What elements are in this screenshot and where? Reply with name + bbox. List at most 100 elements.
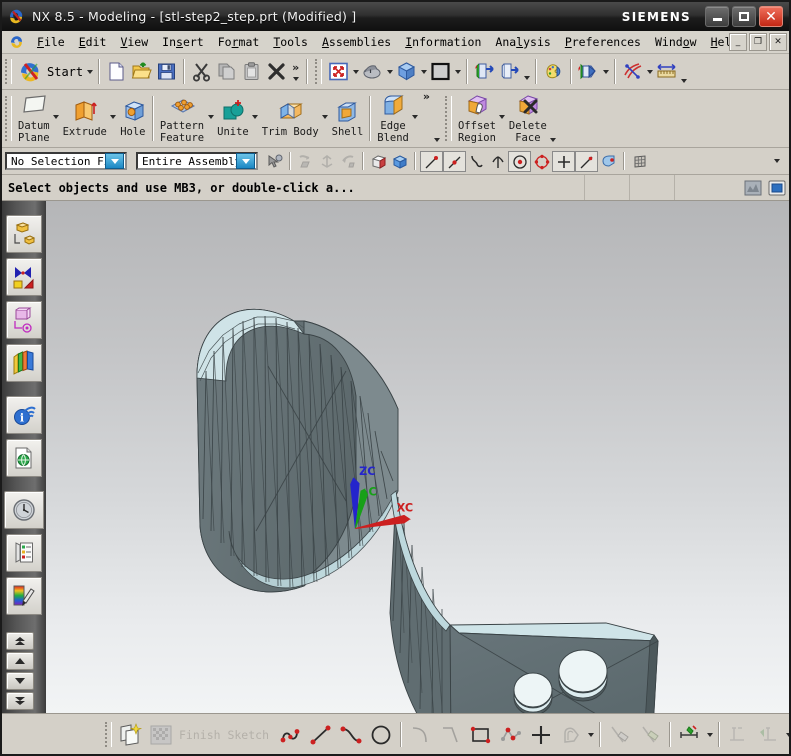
cut-button[interactable] xyxy=(189,60,214,83)
quick-extend-button[interactable] xyxy=(635,721,665,749)
rapid-dimension-dropdown[interactable] xyxy=(705,725,714,745)
auto-constraint-button[interactable] xyxy=(754,721,784,749)
point-button[interactable] xyxy=(526,721,556,749)
delete-face-button[interactable]: Delete Face xyxy=(507,92,549,145)
mdi-minimize-button[interactable]: _ xyxy=(729,33,747,51)
menu-preferences[interactable]: Preferences xyxy=(558,33,648,51)
save-button[interactable] xyxy=(154,60,179,83)
menu-file[interactable]: File xyxy=(30,33,72,51)
inferred-point-button[interactable] xyxy=(420,151,443,172)
scroll-down-button[interactable] xyxy=(6,672,34,690)
quadrant-point-button[interactable] xyxy=(531,152,552,171)
menu-window[interactable]: Window xyxy=(648,33,704,51)
feature-toolbar-overflow[interactable]: » xyxy=(420,90,433,101)
mdi-close-button[interactable]: ✕ xyxy=(769,33,787,51)
minimize-button[interactable] xyxy=(705,6,729,27)
resource-history[interactable] xyxy=(6,439,42,477)
pattern-feature-button[interactable]: Pattern Feature xyxy=(158,92,206,145)
offset-region-dropdown[interactable] xyxy=(498,97,507,140)
snap-point-toggle-button[interactable] xyxy=(598,152,619,171)
trim-body-dropdown[interactable] xyxy=(321,97,330,140)
resource-system-materials[interactable] xyxy=(6,577,42,615)
select-general-button[interactable] xyxy=(264,152,285,171)
finish-sketch-button[interactable]: Finish Sketch xyxy=(146,721,276,749)
copy-button[interactable] xyxy=(214,60,239,83)
close-button[interactable]: ✕ xyxy=(759,6,783,27)
open-file-button[interactable] xyxy=(129,60,154,83)
arc-button[interactable] xyxy=(336,721,366,749)
orient-view-button[interactable] xyxy=(394,60,419,83)
unite-dropdown[interactable] xyxy=(251,97,260,140)
offset-curve-button[interactable] xyxy=(556,721,586,749)
datum-plane-button[interactable]: Datum Plane xyxy=(16,92,52,145)
sketch-toolbar-grip[interactable] xyxy=(105,722,112,747)
endpoint-button[interactable] xyxy=(443,151,466,172)
background-color-dropdown[interactable] xyxy=(453,62,462,82)
fit-view-dropdown[interactable] xyxy=(351,62,360,82)
mdi-restore-button[interactable]: ❐ xyxy=(749,33,767,51)
start-menu-button[interactable]: Start xyxy=(16,58,85,86)
chevron-down-icon[interactable] xyxy=(236,153,255,169)
show-hide-button[interactable] xyxy=(472,60,497,83)
resource-internet-explorer[interactable]: i xyxy=(6,396,42,434)
selection-bar-overflow[interactable] xyxy=(772,151,781,171)
edge-blend-dropdown[interactable] xyxy=(411,97,420,140)
arc-center-button[interactable] xyxy=(508,151,531,172)
scroll-top-button[interactable] xyxy=(6,632,34,650)
standard-toolbar-overflow[interactable]: » xyxy=(289,63,302,81)
chevron-down-icon[interactable] xyxy=(105,153,124,169)
shell-button[interactable]: Shell xyxy=(330,98,366,139)
point-on-curve-button[interactable] xyxy=(552,151,575,172)
move-object-dropdown[interactable] xyxy=(645,62,654,82)
selection-filter-combo[interactable]: No Selection Fi xyxy=(5,152,127,170)
fillet-button[interactable] xyxy=(406,721,436,749)
rectangle-button[interactable] xyxy=(466,721,496,749)
menu-information[interactable]: Information xyxy=(398,33,488,51)
extrude-button[interactable]: Extrude xyxy=(61,98,109,139)
maximize-button[interactable] xyxy=(732,6,756,27)
constraint-dropdown[interactable] xyxy=(784,725,791,745)
menu-assemblies[interactable]: Assemblies xyxy=(315,33,398,51)
new-file-button[interactable] xyxy=(104,60,129,83)
feature-toolbar-grip[interactable] xyxy=(5,96,12,142)
polygon-button[interactable] xyxy=(496,721,526,749)
graphics-viewport[interactable]: ZC C XC Z X xyxy=(46,201,789,713)
extrude-dropdown[interactable] xyxy=(109,97,118,140)
selection-scope-combo[interactable]: Entire Assembly xyxy=(136,152,258,170)
menu-view[interactable]: View xyxy=(113,33,155,51)
toolbar-grip[interactable] xyxy=(5,59,12,84)
resource-reuse-library[interactable] xyxy=(6,344,42,382)
trim-body-button[interactable]: Trim Body xyxy=(260,98,321,139)
quick-trim-button[interactable] xyxy=(605,721,635,749)
unite-button[interactable]: Unite xyxy=(215,98,251,139)
start-menu-dropdown[interactable] xyxy=(85,62,94,82)
circle-button[interactable] xyxy=(366,721,396,749)
control-point-button[interactable] xyxy=(466,152,487,171)
measure-distance-button[interactable] xyxy=(654,60,679,83)
orient-view-dropdown[interactable] xyxy=(419,62,428,82)
rapid-dimension-button[interactable] xyxy=(675,721,705,749)
scroll-bottom-button[interactable] xyxy=(6,692,34,710)
zoom-button[interactable] xyxy=(360,60,385,83)
chamfer-button[interactable] xyxy=(436,721,466,749)
feature-select-button[interactable] xyxy=(337,152,358,171)
datum-plane-dropdown[interactable] xyxy=(52,97,61,140)
menu-format[interactable]: Format xyxy=(211,33,267,51)
resource-process-studio[interactable] xyxy=(4,491,44,529)
menu-edit[interactable]: Edit xyxy=(72,33,114,51)
delete-face-dropdown[interactable] xyxy=(549,92,558,146)
resource-part-navigator[interactable] xyxy=(6,301,42,339)
line-button[interactable] xyxy=(306,721,336,749)
sketch-in-task-button[interactable] xyxy=(116,721,146,749)
offset-curve-dropdown[interactable] xyxy=(586,725,595,745)
grid-snap-button[interactable] xyxy=(629,152,650,171)
profile-button[interactable] xyxy=(276,721,306,749)
paste-button[interactable] xyxy=(239,60,264,83)
resource-roles[interactable] xyxy=(6,534,42,572)
feature-toolbar-more[interactable] xyxy=(433,92,442,146)
view-toolbar-grip[interactable] xyxy=(315,59,322,84)
hide-button[interactable] xyxy=(497,60,522,83)
edge-blend-button[interactable]: Edge Blend xyxy=(375,92,411,145)
selection-preview-icon[interactable] xyxy=(743,178,763,198)
menu-insert[interactable]: Insert xyxy=(155,33,211,51)
